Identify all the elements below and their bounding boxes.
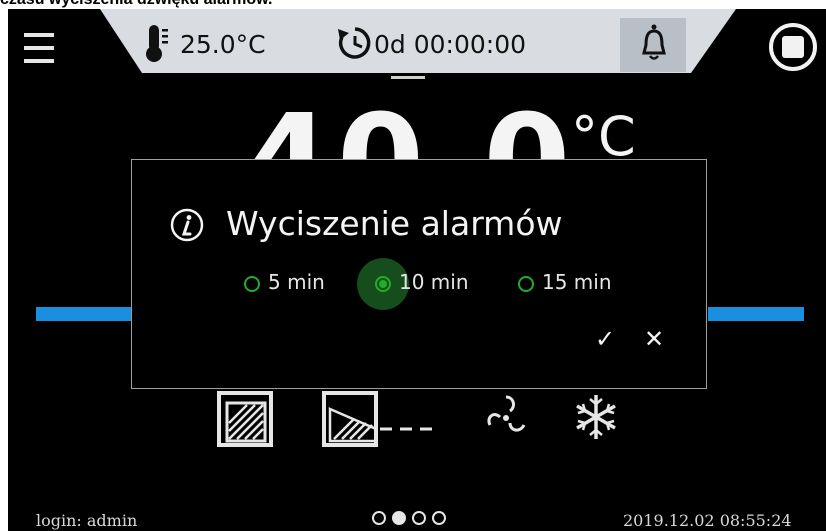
fan-icon[interactable] [480, 391, 532, 443]
option-label: 15 min [542, 270, 612, 294]
radio-5-min[interactable] [244, 276, 260, 292]
page-dot-4[interactable] [432, 511, 446, 525]
page-indicator [372, 509, 472, 529]
page-dot-1[interactable] [372, 511, 386, 525]
ambient-temperature: 25.0°C [180, 30, 266, 59]
option-label: 5 min [268, 270, 325, 294]
thermometer-icon [146, 25, 168, 62]
page-caption: czasu wyciszenia dźwięku alarmów. [0, 0, 272, 8]
date-time: 2019.12.02 08:55:24 [623, 511, 792, 530]
page-dot-2[interactable] [392, 511, 406, 525]
page-dot-3[interactable] [412, 511, 426, 525]
tab-indicator [391, 76, 425, 79]
option-label: 10 min [399, 270, 469, 294]
login-status: login: admin [36, 511, 138, 530]
alarm-silence-dialog: Wyciszenie alarmów 5 min 10 min 15 min ✓… [131, 159, 707, 389]
temperature-bar-right [708, 307, 804, 321]
top-bar: 25.0°C 0d 00:00:00 [8, 9, 826, 83]
snowflake-icon[interactable] [571, 391, 621, 443]
bell-icon [642, 24, 666, 60]
chamber-mode-icon[interactable] [215, 389, 275, 449]
cancel-button[interactable]: ✕ [639, 324, 669, 354]
hamburger-menu-icon[interactable] [22, 31, 56, 65]
stop-icon[interactable] [768, 22, 818, 72]
ramp-mode-icon[interactable] [320, 389, 436, 449]
timer-icon [338, 27, 371, 59]
device-screen: 25.0°C 0d 00:00:00 40.0 °C [8, 9, 826, 531]
dialog-title-text: Wyciszenie alarmów [226, 204, 563, 243]
radio-10-min[interactable] [375, 276, 391, 292]
radio-15-min[interactable] [518, 276, 534, 292]
timer-readout: 0d 00:00:00 [374, 30, 527, 59]
temperature-bar-left [36, 307, 132, 321]
info-icon [170, 208, 204, 242]
confirm-button[interactable]: ✓ [590, 324, 620, 354]
